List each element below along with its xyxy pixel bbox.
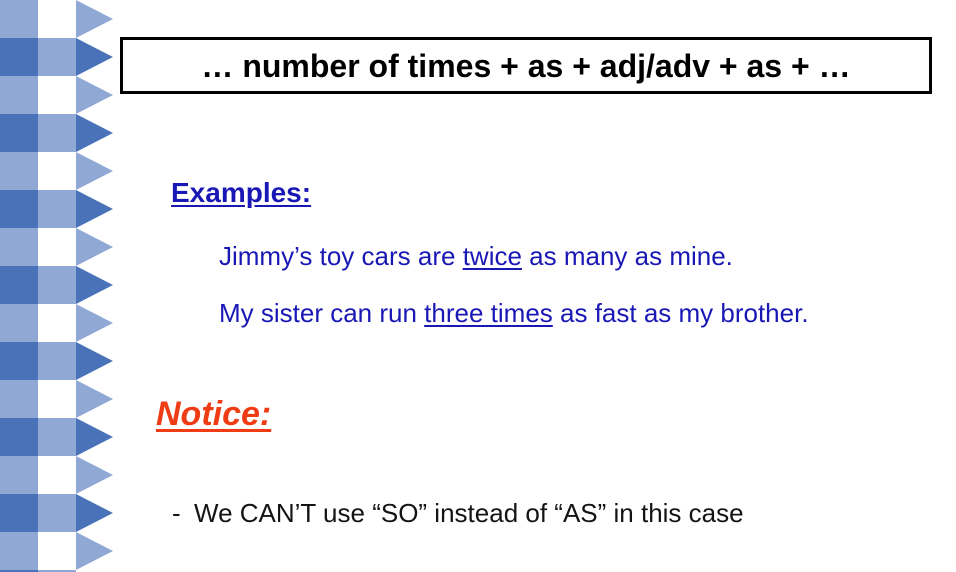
notice-heading: Notice: [156,395,272,433]
bullet-dash: - [172,498,181,528]
page-title: … number of times + as + adj/adv + as + … [201,47,851,84]
example-1-after: as many as mine. [521,241,733,271]
title-box: … number of times + as + adj/adv + as + … [120,37,932,94]
examples-heading: Examples: [171,177,312,208]
example-1-before: Jimmy’s toy cars are [219,241,463,271]
notice-item-text: We CAN’T use “SO” instead of “AS” in thi… [194,498,744,528]
notice-bullet-item: - We CAN’T use “SO” instead of “AS” in th… [172,497,744,531]
example-2-after: as fast as my brother. [552,298,809,328]
example-sentence-1: Jimmy’s toy cars are twice as many as mi… [219,238,733,276]
gingham-zigzag-left-border [0,0,114,572]
example-2-before: My sister can run [219,298,425,328]
example-sentence-2: My sister can run three times as fast as… [219,295,859,333]
slide-canvas: … number of times + as + adj/adv + as + … [0,0,956,572]
example-1-emphasis: twice [462,241,522,271]
example-2-emphasis: three times [424,298,553,328]
